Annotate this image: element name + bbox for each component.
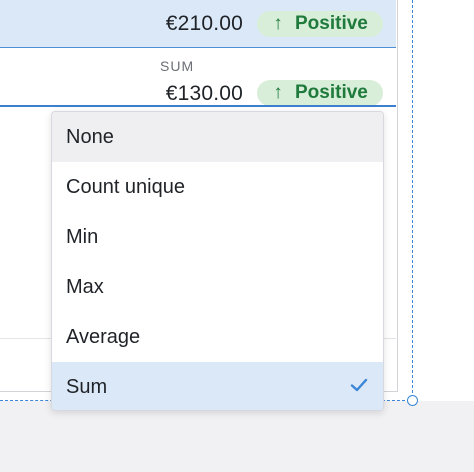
arrow-up-icon: ↑ (273, 82, 283, 103)
badge-label: Positive (295, 82, 368, 103)
menu-item-max[interactable]: Max (52, 262, 383, 312)
arrow-up-icon: ↑ (273, 13, 283, 34)
summary-row[interactable]: SUM €130.00 ↑ Positive (0, 48, 396, 106)
row-value: €210.00 (165, 12, 243, 35)
menu-item-label: Min (66, 225, 99, 248)
checkmark-icon (350, 378, 368, 392)
menu-item-sum[interactable]: Sum (52, 362, 383, 410)
summary-value: €130.00 (165, 82, 243, 105)
menu-item-label: Count unique (66, 175, 185, 198)
active-cell-border (0, 105, 396, 107)
table-row-selected[interactable]: €210.00 ↑ Positive (0, 0, 396, 48)
menu-item-count-unique[interactable]: Count unique (52, 162, 383, 212)
badge-label: Positive (295, 13, 368, 34)
selection-outline-vertical (412, 0, 413, 398)
resize-handle[interactable] (407, 395, 418, 406)
menu-item-none[interactable]: None (52, 112, 383, 162)
menu-item-label: Average (66, 325, 141, 348)
menu-item-average[interactable]: Average (52, 312, 383, 362)
menu-item-label: Sum (66, 375, 108, 398)
canvas-background (0, 401, 474, 472)
menu-item-label: Max (66, 275, 104, 298)
menu-item-label: None (66, 125, 114, 148)
aggregation-dropdown-menu: None Count unique Min Max Average Sum (51, 111, 384, 411)
status-badge: ↑ Positive (257, 80, 383, 106)
summary-caption: SUM (160, 58, 195, 74)
menu-item-min[interactable]: Min (52, 212, 383, 262)
status-badge: ↑ Positive (257, 11, 383, 37)
